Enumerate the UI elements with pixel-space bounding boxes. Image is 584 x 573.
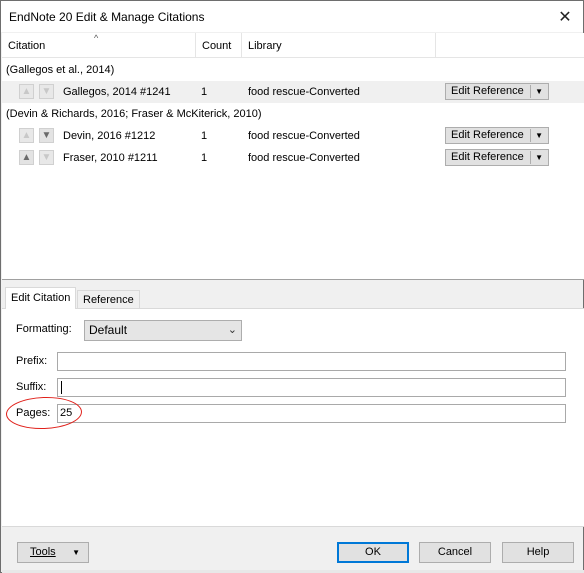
- citation-row[interactable]: ▲ ▼ Fraser, 2010 #1211 1 food rescue-Con…: [2, 147, 584, 169]
- citation-row[interactable]: ▲ ▼ Devin, 2016 #1212 1 food rescue-Conv…: [2, 125, 584, 147]
- citation-group[interactable]: (Devin & Richards, 2016; Fraser & McKite…: [2, 104, 584, 124]
- formatting-label: Formatting:: [16, 323, 72, 335]
- text-caret: [61, 381, 62, 394]
- column-library[interactable]: Library: [242, 33, 436, 58]
- ok-button[interactable]: OK: [337, 542, 409, 563]
- column-citation[interactable]: Citation: [2, 33, 196, 58]
- help-button[interactable]: Help: [502, 542, 574, 563]
- tab-reference[interactable]: Reference: [77, 290, 140, 309]
- dropdown-arrow-icon[interactable]: ▼: [535, 150, 543, 165]
- suffix-label: Suffix:: [16, 381, 47, 393]
- citation-count: 1: [201, 86, 208, 98]
- citation-text: Fraser, 2010 #1211: [63, 152, 158, 164]
- edit-reference-button[interactable]: Edit Reference ▼: [445, 127, 549, 144]
- edit-reference-button[interactable]: Edit Reference ▼: [445, 83, 549, 100]
- window-title: EndNote 20 Edit & Manage Citations: [9, 10, 205, 24]
- dropdown-arrow-icon: ▼: [72, 548, 80, 557]
- citation-group[interactable]: (Gallegos et al., 2014): [2, 60, 584, 80]
- edit-reference-label: Edit Reference: [451, 129, 524, 141]
- citation-library: food rescue-Converted: [248, 152, 360, 164]
- dropdown-arrow-icon[interactable]: ▼: [535, 128, 543, 143]
- title-bar: EndNote 20 Edit & Manage Citations ✕: [1, 1, 583, 32]
- move-up-icon[interactable]: ▲: [19, 128, 34, 143]
- tools-button[interactable]: Tools ▼: [17, 542, 89, 563]
- formatting-value: Default: [89, 323, 128, 337]
- move-down-icon[interactable]: ▼: [39, 128, 54, 143]
- prefix-input[interactable]: [57, 352, 566, 371]
- dialog-window: EndNote 20 Edit & Manage Citations ✕ Cit…: [0, 0, 584, 573]
- edit-reference-label: Edit Reference: [451, 85, 524, 97]
- formatting-select[interactable]: Default ⌄: [84, 320, 242, 341]
- edit-reference-button[interactable]: Edit Reference ▼: [445, 149, 549, 166]
- citation-row[interactable]: ▲ ▼ Gallegos, 2014 #1241 1 food rescue-C…: [2, 81, 584, 103]
- tab-strip: Edit Citation Reference: [1, 287, 584, 309]
- column-count[interactable]: Count: [196, 33, 242, 58]
- cancel-button[interactable]: Cancel: [419, 542, 491, 563]
- edit-reference-label: Edit Reference: [451, 151, 524, 163]
- tools-label: Tools: [30, 546, 56, 558]
- dropdown-arrow-icon[interactable]: ▼: [535, 84, 543, 99]
- move-up-icon[interactable]: ▲: [19, 84, 34, 99]
- citation-text: Devin, 2016 #1212: [63, 130, 156, 142]
- sort-caret-icon: ^: [94, 33, 99, 43]
- citation-list: Citation ^ Count Library (Gallegos et al…: [2, 33, 584, 280]
- close-icon[interactable]: ✕: [547, 1, 583, 32]
- citation-library: food rescue-Converted: [248, 86, 360, 98]
- move-up-icon[interactable]: ▲: [19, 150, 34, 165]
- column-header: Citation ^ Count Library: [2, 33, 584, 58]
- pages-input[interactable]: 25: [57, 404, 566, 423]
- citation-library: food rescue-Converted: [248, 130, 360, 142]
- tab-edit-citation[interactable]: Edit Citation: [5, 287, 77, 309]
- move-down-icon[interactable]: ▼: [39, 150, 54, 165]
- edit-citation-pane: Formatting: Default ⌄ Prefix: Suffix: Pa…: [2, 308, 584, 527]
- move-down-icon[interactable]: ▼: [39, 84, 54, 99]
- citation-text: Gallegos, 2014 #1241: [63, 86, 171, 98]
- citation-count: 1: [201, 130, 208, 142]
- citation-count: 1: [201, 152, 208, 164]
- chevron-down-icon: ⌄: [227, 324, 237, 336]
- suffix-input[interactable]: [57, 378, 566, 397]
- prefix-label: Prefix:: [16, 355, 48, 367]
